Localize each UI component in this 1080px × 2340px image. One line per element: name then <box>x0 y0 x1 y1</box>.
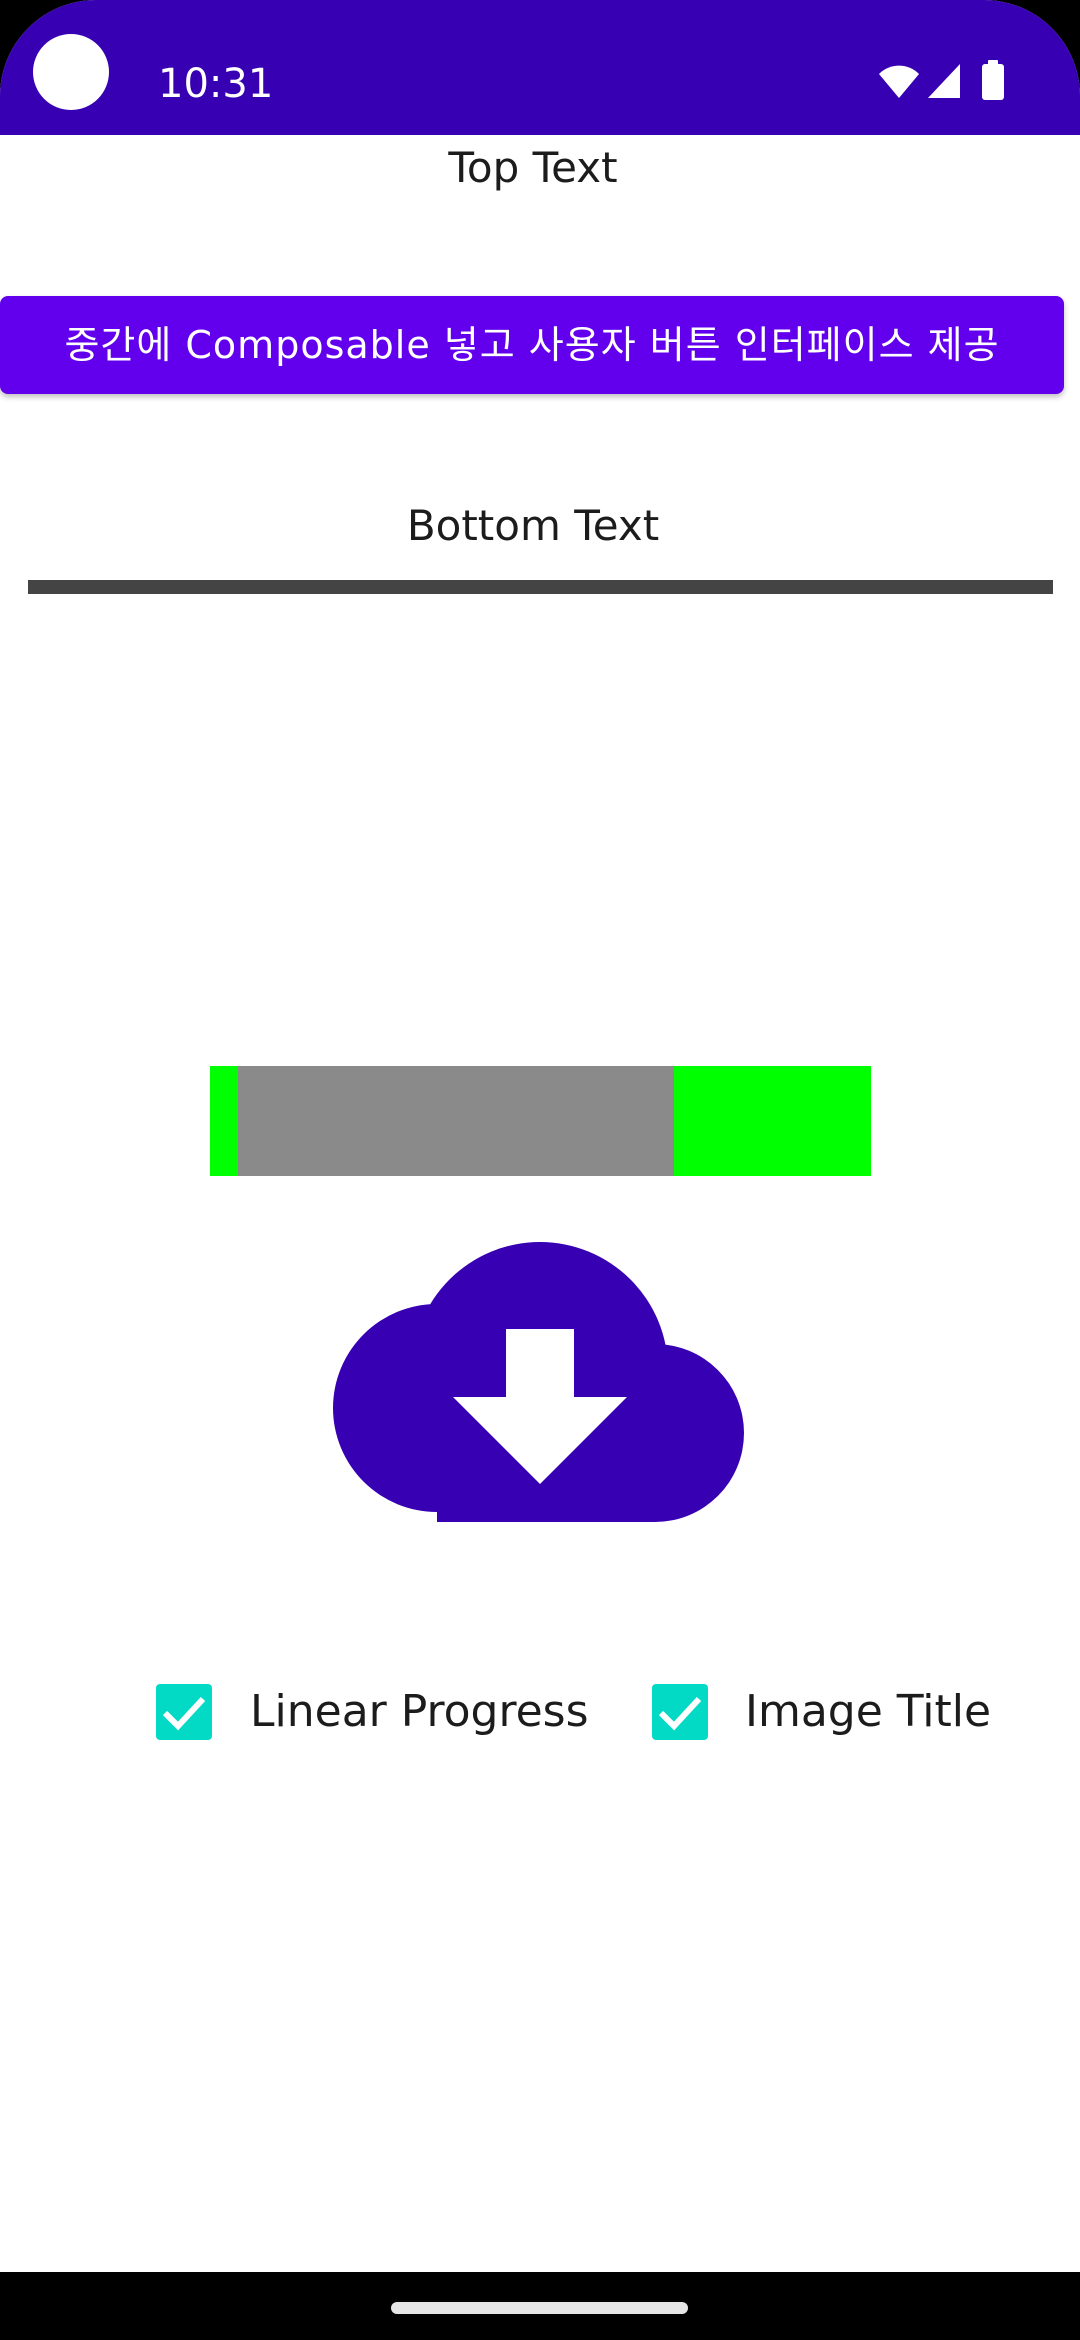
linear-progress-checkbox-item[interactable]: Linear Progress <box>156 1680 589 1744</box>
phone-screen: 10:31 Top Text 중간에 Composable 넣고 사용자 버튼 … <box>0 0 1080 2340</box>
linear-progress-bar <box>210 1066 871 1176</box>
divider <box>28 580 1053 594</box>
checkbox-row: Linear Progress Image Title <box>0 1680 1080 1744</box>
image-title-checkbox-item[interactable]: Image Title <box>652 1680 991 1744</box>
cell-signal-icon <box>926 60 962 106</box>
wifi-icon <box>878 60 920 106</box>
status-time: 10:31 <box>158 61 274 107</box>
image-title-label: Image Title <box>745 1686 992 1737</box>
progress-indicator-segment <box>238 1066 674 1176</box>
cloud-download-icon <box>333 1242 747 1522</box>
app-window: 10:31 Top Text 중간에 Composable 넣고 사용자 버튼 … <box>0 0 1080 2340</box>
home-gesture-handle[interactable] <box>391 2302 688 2314</box>
status-bar: 10:31 <box>0 0 1080 135</box>
check-icon <box>658 1696 702 1731</box>
top-text: Top Text <box>448 143 618 192</box>
composable-button[interactable]: 중간에 Composable 넣고 사용자 버튼 인터페이스 제공 <box>0 296 1064 394</box>
image-title-checkbox[interactable] <box>652 1684 708 1740</box>
linear-progress-checkbox[interactable] <box>156 1684 212 1740</box>
check-icon <box>162 1696 206 1731</box>
linear-progress-label: Linear Progress <box>250 1686 589 1737</box>
bottom-text: Bottom Text <box>406 501 660 550</box>
navigation-bar <box>0 2272 1080 2340</box>
battery-icon <box>980 60 1006 106</box>
status-icons <box>878 60 1018 102</box>
camera-cutout <box>33 34 109 110</box>
